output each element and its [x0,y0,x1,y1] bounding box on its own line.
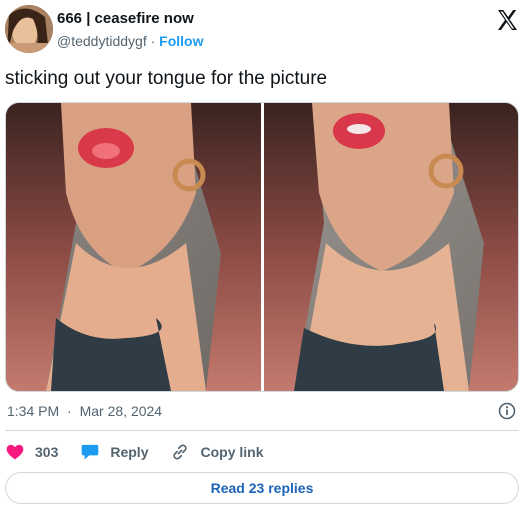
photo-left[interactable] [6,103,261,391]
like-button[interactable]: 303 [5,442,58,462]
reply-label: Reply [110,444,149,460]
read-replies-button[interactable]: Read 23 replies [5,472,519,504]
tweet-time: 1:34 PM [7,403,60,419]
reply-button[interactable]: Reply [80,442,148,462]
author-display-name[interactable]: 666 | ceasefire now [57,10,194,27]
tweet-text: sticking out your tongue for the picture [5,68,328,89]
x-logo-icon[interactable] [495,8,519,32]
divider [5,430,519,431]
author-handle-row: @teddytiddygf · Follow [57,33,204,49]
timestamp-dot: · [67,403,72,419]
avatar[interactable] [5,5,53,53]
follow-button[interactable]: Follow [159,33,203,49]
separator-dot: · [150,33,156,49]
author-handle[interactable]: @teddytiddygf [57,33,147,49]
link-icon [173,444,188,460]
tweet-media[interactable] [5,102,519,392]
heart-icon [6,444,24,460]
like-count: 303 [35,444,59,460]
photo-right[interactable] [264,103,518,391]
copy-link-label: Copy link [200,444,264,460]
info-icon[interactable] [498,402,516,420]
action-bar: 303 Reply Copy link [5,440,286,464]
reply-bubble-icon [82,444,99,460]
copy-link-button[interactable]: Copy link [170,442,264,462]
tweet-timestamp[interactable]: 1:34 PM · Mar 28, 2024 [5,403,164,419]
tweet-date: Mar 28, 2024 [79,403,163,419]
